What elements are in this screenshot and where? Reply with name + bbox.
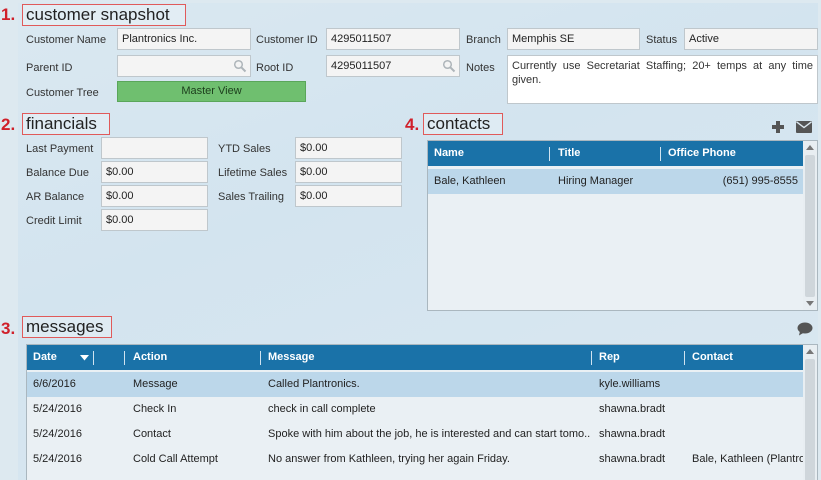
column-divider	[684, 351, 685, 365]
column-divider	[124, 351, 125, 365]
column-header-action[interactable]: Action	[133, 345, 167, 370]
customer-id-field[interactable]: 4295011507	[326, 28, 460, 50]
lifetime-sales-field[interactable]: $0.00	[295, 161, 402, 183]
message-text-cell: Called Plantronics.	[268, 378, 360, 390]
credit-limit-field[interactable]: $0.00	[101, 209, 208, 231]
ytd-sales-field[interactable]: $0.00	[295, 137, 402, 159]
column-header-office-phone[interactable]: Office Phone	[668, 141, 736, 166]
sales-trailing-label: Sales Trailing	[218, 191, 285, 203]
column-divider	[660, 147, 661, 161]
message-text-cell: Spoke with him about the job, he is inte…	[268, 428, 590, 440]
scroll-up-icon[interactable]	[806, 145, 814, 150]
section-number-2: 2.	[1, 115, 16, 134]
parent-id-label: Parent ID	[26, 62, 73, 74]
envelope-icon[interactable]	[796, 121, 812, 133]
column-header-contact[interactable]: Contact	[692, 345, 733, 370]
contacts-grid-header: Name Title Office Phone	[428, 141, 804, 166]
column-divider	[549, 147, 550, 161]
message-date-cell: 6/6/2016	[33, 378, 76, 390]
table-row[interactable]: 5/24/2016 Contact Spoke with him about t…	[27, 422, 804, 447]
message-rep-cell: shawna.bradt	[599, 453, 666, 465]
messages-grid: Date Action Message Rep Contact 6/6/2016…	[26, 344, 818, 480]
customer-snapshot-title: customer snapshot	[22, 4, 186, 26]
section-number-1: 1.	[1, 5, 16, 24]
table-row[interactable]: 5/24/2016 Check In check in call complet…	[27, 397, 804, 422]
contacts-scrollbar[interactable]	[803, 141, 817, 310]
column-header-title[interactable]: Title	[558, 141, 580, 166]
ar-balance-label: AR Balance	[26, 191, 85, 203]
message-action-cell: Contact	[133, 428, 171, 440]
message-date-cell: 5/24/2016	[33, 403, 82, 415]
messages-title: messages	[22, 316, 112, 338]
branch-field[interactable]: Memphis SE	[507, 28, 640, 50]
notes-field[interactable]: Currently use Secretariat Staffing; 20+ …	[507, 55, 818, 104]
column-header-name[interactable]: Name	[434, 141, 464, 166]
message-contact-cell: Bale, Kathleen (Plantro	[692, 453, 804, 465]
balance-due-field[interactable]: $0.00	[101, 161, 208, 183]
ytd-sales-label: YTD Sales	[218, 143, 271, 155]
sales-trailing-field[interactable]: $0.00	[295, 185, 402, 207]
root-id-value: 4295011507	[331, 60, 392, 72]
contact-phone-cell: (651) 995-8555	[722, 175, 798, 187]
message-action-cell: Cold Call Attempt	[133, 453, 218, 465]
last-payment-label: Last Payment	[26, 143, 94, 155]
column-header-message[interactable]: Message	[268, 345, 314, 370]
message-text-cell: No answer from Kathleen, trying her agai…	[268, 453, 510, 465]
contacts-grid: Name Title Office Phone Bale, Kathleen H…	[427, 140, 818, 311]
lifetime-sales-label: Lifetime Sales	[218, 167, 288, 179]
customer-id-label: Customer ID	[256, 34, 318, 46]
parent-id-field[interactable]	[117, 55, 251, 77]
contact-title-cell: Hiring Manager	[558, 175, 634, 187]
column-header-date[interactable]: Date	[33, 345, 57, 370]
plus-icon[interactable]	[771, 120, 785, 134]
message-action-cell: Check In	[133, 403, 177, 415]
section-number-3: 3.	[1, 319, 16, 338]
message-date-cell: 5/24/2016	[33, 453, 82, 465]
scroll-down-icon[interactable]	[806, 301, 814, 306]
branch-label: Branch	[466, 34, 501, 46]
master-view-button[interactable]: Master View	[117, 81, 306, 102]
message-action-cell: Message	[133, 378, 178, 390]
column-divider	[93, 351, 94, 365]
status-field[interactable]: Active	[684, 28, 818, 50]
customer-name-field[interactable]: Plantronics Inc.	[117, 28, 251, 50]
scroll-up-icon[interactable]	[806, 349, 814, 354]
balance-due-label: Balance Due	[26, 167, 89, 179]
message-date-cell: 5/24/2016	[33, 428, 82, 440]
column-divider	[591, 351, 592, 365]
message-text-cell: check in call complete	[268, 403, 376, 415]
customer-tree-label: Customer Tree	[26, 87, 99, 99]
message-rep-cell: shawna.bradt	[599, 428, 666, 440]
table-row[interactable]: Bale, Kathleen Hiring Manager (651) 995-…	[428, 169, 804, 194]
table-row[interactable]: 5/24/2016 Cold Call Attempt No answer fr…	[27, 447, 804, 472]
contact-name-cell: Bale, Kathleen	[434, 175, 506, 187]
scrollbar-thumb[interactable]	[805, 155, 815, 297]
column-header-rep[interactable]: Rep	[599, 345, 620, 370]
table-row[interactable]: 6/6/2016 Message Called Plantronics. kyl…	[27, 372, 804, 397]
search-icon[interactable]	[442, 59, 456, 73]
section-number-4: 4.	[405, 115, 420, 134]
contacts-title: contacts	[423, 113, 503, 135]
ar-balance-field[interactable]: $0.00	[101, 185, 208, 207]
customer-name-label: Customer Name	[26, 34, 107, 46]
credit-limit-label: Credit Limit	[26, 215, 82, 227]
sort-down-icon[interactable]	[80, 355, 89, 361]
messages-grid-header: Date Action Message Rep Contact	[27, 345, 804, 370]
message-rep-cell: shawna.bradt	[599, 403, 666, 415]
scrollbar-thumb[interactable]	[805, 359, 815, 480]
column-divider	[260, 351, 261, 365]
speech-bubble-icon[interactable]	[797, 322, 813, 336]
status-label: Status	[646, 34, 678, 46]
notes-label: Notes	[466, 62, 495, 74]
last-payment-field[interactable]	[101, 137, 208, 159]
root-id-field[interactable]: 4295011507	[326, 55, 460, 77]
root-id-label: Root ID	[256, 62, 294, 74]
search-icon[interactable]	[233, 59, 247, 73]
financials-title: financials	[22, 113, 110, 135]
messages-scrollbar[interactable]	[803, 345, 817, 480]
message-rep-cell: kyle.williams	[599, 378, 661, 390]
